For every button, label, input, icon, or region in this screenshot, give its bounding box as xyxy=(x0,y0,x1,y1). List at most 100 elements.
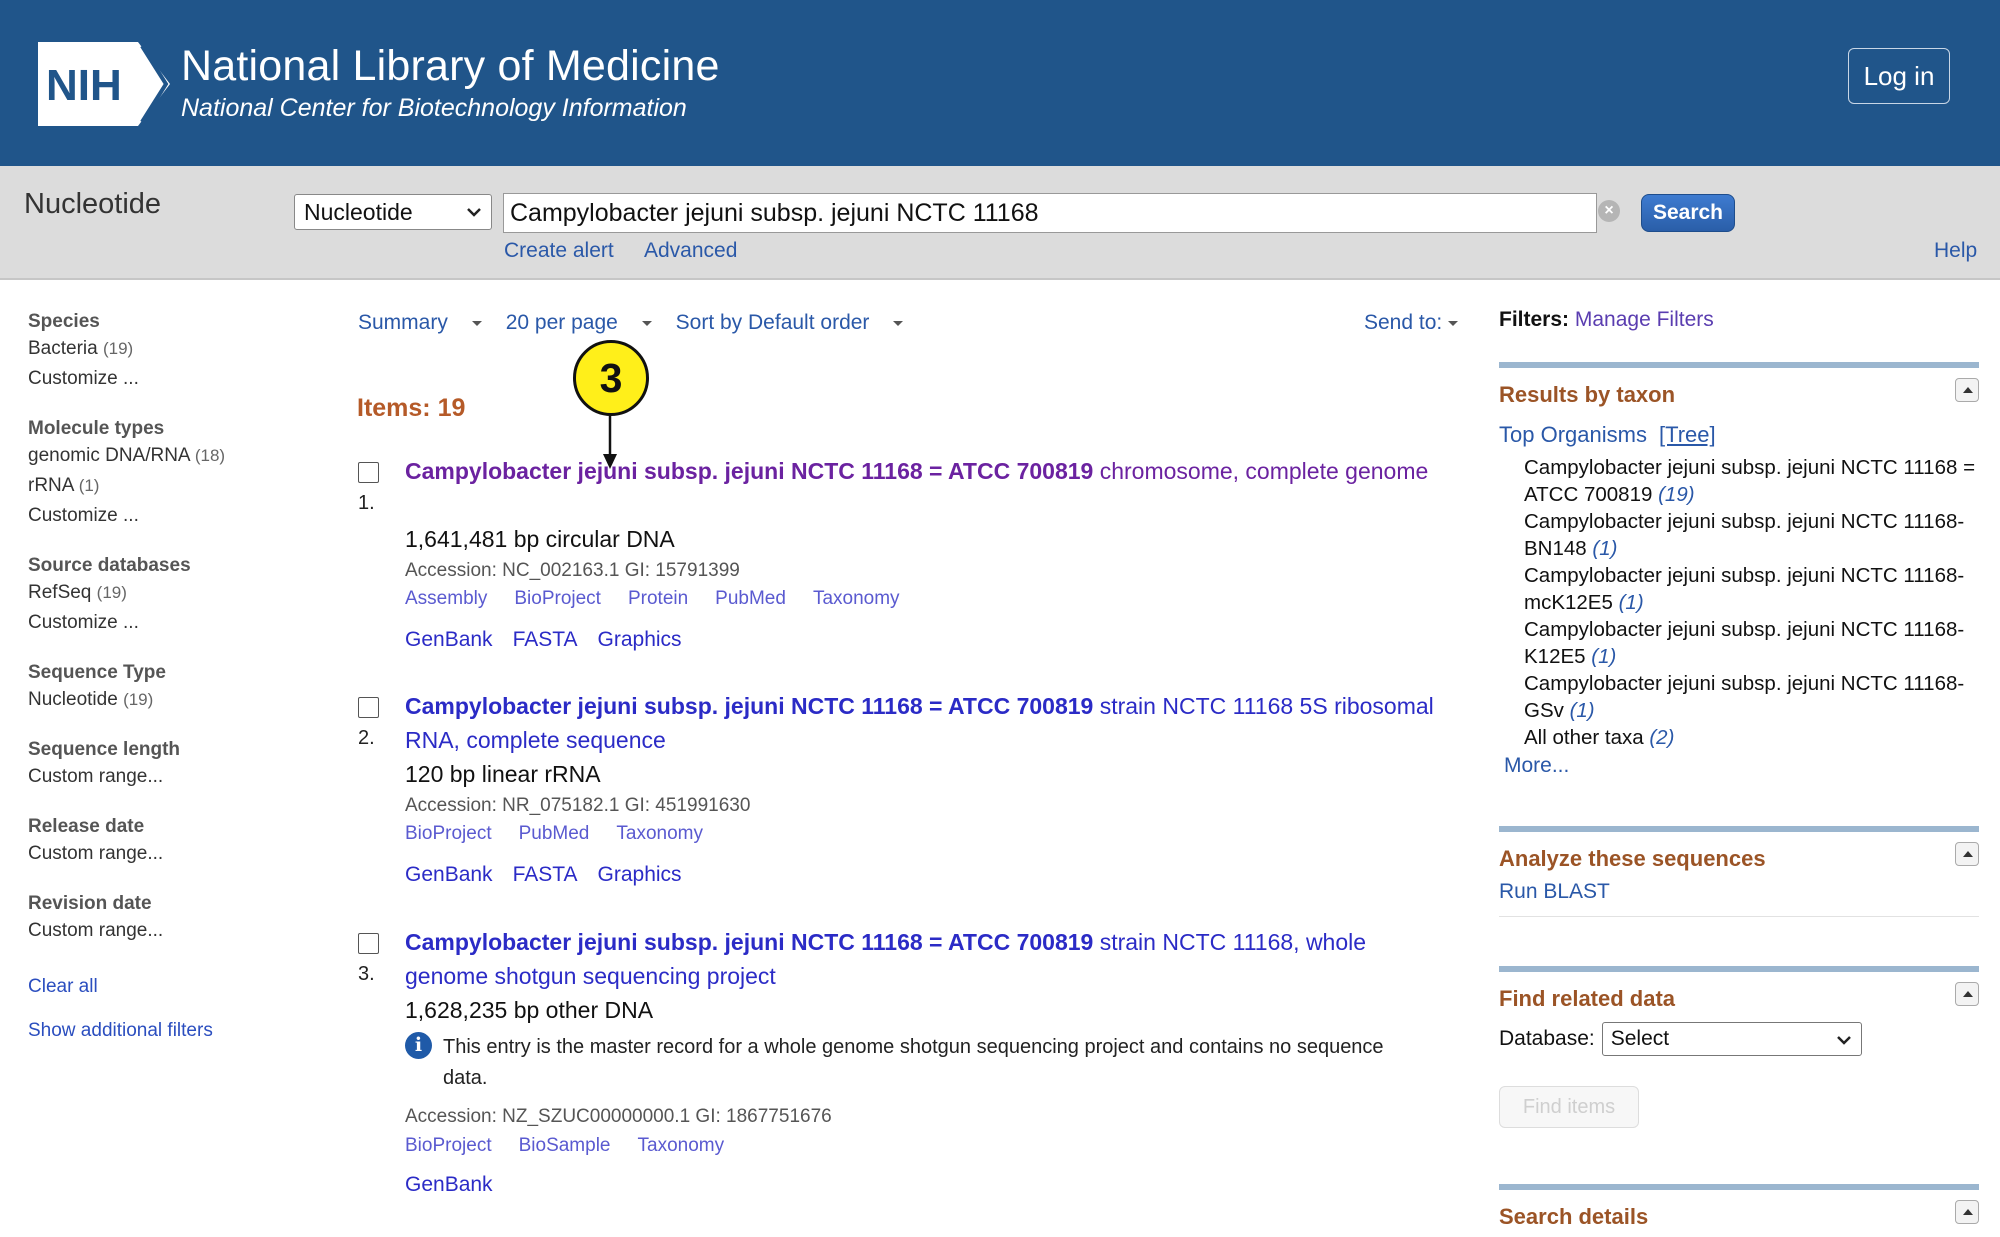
facet-item[interactable]: Nucleotide (19) xyxy=(28,685,328,715)
find-items-button[interactable]: Find items xyxy=(1499,1086,1639,1128)
site-subtitle: National Center for Biotechnology Inform… xyxy=(181,94,687,122)
protein-link[interactable]: Protein xyxy=(628,588,688,609)
taxonomy-link[interactable]: Taxonomy xyxy=(638,1135,725,1156)
create-alert-link[interactable]: Create alert xyxy=(504,239,614,263)
facet-item-count: (19) xyxy=(96,583,127,602)
facet-custom-range[interactable]: Custom range... xyxy=(28,916,328,946)
collapse-icon[interactable] xyxy=(1955,378,1979,402)
result-checkbox[interactable] xyxy=(358,933,379,954)
result-format-links: GenBank FASTA Graphics xyxy=(405,628,702,652)
result-accession: Accession: NR_075182.1 GI: 451991630 xyxy=(405,795,751,816)
info-icon: i xyxy=(405,1032,432,1059)
fasta-link[interactable]: FASTA xyxy=(513,628,578,651)
facet-item-label: Bacteria xyxy=(28,338,98,359)
clear-search-icon[interactable]: × xyxy=(1598,200,1620,222)
result-title-bold: Campylobacter jejuni subsp. jejuni NCTC … xyxy=(405,693,1094,719)
search-input[interactable]: Campylobacter jejuni subsp. jejuni NCTC … xyxy=(503,193,1597,233)
result-checkbox[interactable] xyxy=(358,697,379,718)
taxon-item[interactable]: Campylobacter jejuni subsp. jejuni NCTC … xyxy=(1524,454,1979,508)
bioproject-link[interactable]: BioProject xyxy=(405,1135,492,1156)
results-toolbar: Summary 20 per page Sort by Default orde… xyxy=(358,311,921,335)
taxonomy-link[interactable]: Taxonomy xyxy=(616,823,703,844)
taxon-item[interactable]: Campylobacter jejuni subsp. jejuni NCTC … xyxy=(1524,670,1979,724)
facet-title: Sequence Type xyxy=(28,662,166,683)
bioproject-link[interactable]: BioProject xyxy=(405,823,492,844)
pubmed-link[interactable]: PubMed xyxy=(715,588,786,609)
genbank-link[interactable]: GenBank xyxy=(405,628,493,651)
fasta-link[interactable]: FASTA xyxy=(513,863,578,886)
nih-logo-icon[interactable]: NIH xyxy=(38,42,170,126)
collapse-icon[interactable] xyxy=(1955,982,1979,1006)
chevron-down-icon xyxy=(467,208,481,217)
collapse-icon[interactable] xyxy=(1955,842,1979,866)
biosample-link[interactable]: BioSample xyxy=(519,1135,611,1156)
taxon-item[interactable]: Campylobacter jejuni subsp. jejuni NCTC … xyxy=(1524,562,1979,616)
panel-title: Results by taxon xyxy=(1499,382,1676,407)
per-page-dropdown[interactable]: 20 per page xyxy=(506,311,652,334)
genbank-link[interactable]: GenBank xyxy=(405,863,493,886)
taxon-item[interactable]: Campylobacter jejuni subsp. jejuni NCTC … xyxy=(1524,508,1979,562)
bioproject-link[interactable]: BioProject xyxy=(514,588,601,609)
assembly-link[interactable]: Assembly xyxy=(405,588,487,609)
result-format-links: GenBank xyxy=(405,1173,513,1197)
taxonomy-link[interactable]: Taxonomy xyxy=(813,588,900,609)
login-button[interactable]: Log in xyxy=(1848,48,1950,104)
advanced-search-link[interactable]: Advanced xyxy=(644,239,737,263)
result-checkbox[interactable] xyxy=(358,462,379,483)
manage-filters-link[interactable]: Manage Filters xyxy=(1575,308,1714,331)
facet-title: Source databases xyxy=(28,555,191,576)
summary-format-dropdown[interactable]: Summary xyxy=(358,311,482,334)
facet-customize[interactable]: Customize ... xyxy=(28,501,328,531)
top-organisms-link[interactable]: Top Organisms xyxy=(1499,422,1647,447)
result-info-note: This entry is the master record for a wh… xyxy=(443,1036,1384,1089)
result-accession: Accession: NC_002163.1 GI: 15791399 xyxy=(405,560,740,581)
send-to-dropdown[interactable]: Send to: xyxy=(1364,311,1459,335)
facet-title: Molecule types xyxy=(28,418,165,439)
show-additional-filters-link[interactable]: Show additional filters xyxy=(28,1020,328,1042)
send-to-label: Send to: xyxy=(1364,311,1443,334)
database-select[interactable]: Nucleotide xyxy=(294,194,492,230)
taxon-name: All other taxa xyxy=(1524,726,1644,749)
panel-title: Search details xyxy=(1499,1204,1649,1229)
facet-custom-range[interactable]: Custom range... xyxy=(28,762,328,792)
clear-all-link[interactable]: Clear all xyxy=(28,976,328,998)
result-related-links: Assembly BioProject Protein PubMed Taxonomy xyxy=(405,588,927,610)
facet-customize[interactable]: Customize ... xyxy=(28,364,328,394)
facet-customize[interactable]: Customize ... xyxy=(28,608,328,638)
find-related-data-panel: Find related data Database: Select Find … xyxy=(1499,966,1979,1128)
graphics-link[interactable]: Graphics xyxy=(598,863,682,886)
run-blast-link[interactable]: Run BLAST xyxy=(1499,880,1979,917)
collapse-icon[interactable] xyxy=(1955,1200,1979,1224)
nih-logo-text: NIH xyxy=(46,61,122,110)
graphics-link[interactable]: Graphics xyxy=(598,628,682,651)
site-title[interactable]: National Library of Medicine xyxy=(181,42,720,91)
facet-item[interactable]: Bacteria (19) xyxy=(28,334,328,364)
result-title-link[interactable]: Campylobacter jejuni subsp. jejuni NCTC … xyxy=(405,693,1434,753)
facet-item[interactable]: rRNA (1) xyxy=(28,471,328,501)
taxon-item[interactable]: Campylobacter jejuni subsp. jejuni NCTC … xyxy=(1524,616,1979,670)
facet-title: Species xyxy=(28,311,100,332)
taxon-item[interactable]: All other taxa (2) xyxy=(1524,724,1979,751)
result-description: 120 bp linear rRNA xyxy=(405,761,601,787)
facet-item-label: rRNA xyxy=(28,475,74,496)
related-database-select[interactable]: Select xyxy=(1601,1022,1862,1056)
sort-dropdown[interactable]: Sort by Default order xyxy=(676,311,904,334)
facet-item[interactable]: RefSeq (19) xyxy=(28,578,328,608)
facet-custom-range[interactable]: Custom range... xyxy=(28,839,328,869)
facet-release-date: Release date Custom range... xyxy=(28,815,328,869)
facet-item-count: (19) xyxy=(123,690,154,709)
search-button[interactable]: Search xyxy=(1641,194,1735,232)
facet-item[interactable]: genomic DNA/RNA (18) xyxy=(28,441,328,471)
caret-down-icon xyxy=(893,320,904,326)
taxon-count: (1) xyxy=(1618,591,1644,614)
result-title-link[interactable]: Campylobacter jejuni subsp. jejuni NCTC … xyxy=(405,929,1366,989)
help-link[interactable]: Help xyxy=(1934,239,1977,263)
pubmed-link[interactable]: PubMed xyxy=(519,823,590,844)
tree-link[interactable]: [Tree] xyxy=(1659,422,1716,447)
facet-item-count: (19) xyxy=(102,339,134,358)
genbank-link[interactable]: GenBank xyxy=(405,1173,493,1196)
taxon-count: (2) xyxy=(1649,726,1675,749)
right-sidebar: Filters: Manage Filters xyxy=(1499,308,1979,332)
more-taxa-link[interactable]: More... xyxy=(1504,751,1979,781)
result-title-link[interactable]: Campylobacter jejuni subsp. jejuni NCTC … xyxy=(405,458,1428,484)
